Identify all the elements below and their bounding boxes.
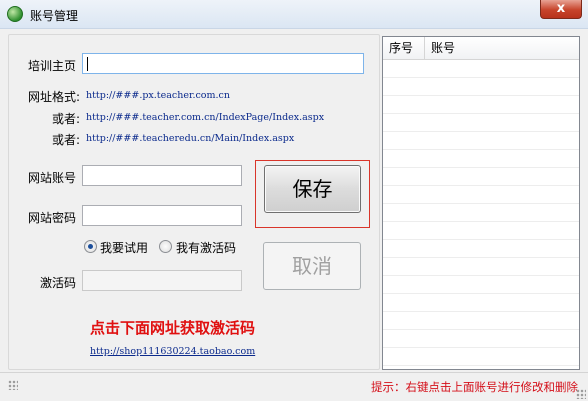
activation-input[interactable]: [82, 270, 242, 291]
activation-code-radio-label[interactable]: 我有激活码: [176, 239, 236, 256]
column-header-index[interactable]: 序号: [383, 37, 425, 59]
status-bar: 提示：右键点击上面账号进行修改和删除: [0, 372, 588, 401]
cancel-button[interactable]: 取消: [263, 242, 361, 290]
empty-row: [383, 186, 579, 204]
or-label-1: 或者:: [52, 112, 81, 126]
password-input[interactable]: [82, 205, 242, 226]
list-header: 序号 账号: [383, 37, 579, 60]
activation-notice: 点击下面网址获取激活码: [90, 319, 256, 337]
grip-icon: [8, 380, 18, 390]
activation-code-radio[interactable]: [159, 240, 172, 253]
window-title: 账号管理: [30, 9, 79, 23]
close-button[interactable]: x: [540, 0, 582, 19]
format-example-3: http://###.teacheredu.cn/Main/Index.aspx: [86, 133, 295, 144]
format-label: 网址格式:: [28, 90, 81, 104]
empty-row: [383, 168, 579, 186]
empty-row: [383, 258, 579, 276]
empty-row: [383, 240, 579, 258]
activation-label: 激活码: [40, 276, 77, 290]
column-header-account[interactable]: 账号: [425, 37, 579, 59]
empty-row: [383, 204, 579, 222]
homepage-input[interactable]: [82, 53, 364, 74]
empty-row: [383, 132, 579, 150]
password-label: 网站密码: [28, 211, 77, 225]
or-label-2: 或者:: [52, 133, 81, 147]
empty-row: [383, 150, 579, 168]
trial-radio[interactable]: [84, 240, 97, 253]
trial-radio-label[interactable]: 我要试用: [100, 239, 148, 256]
empty-row: [383, 330, 579, 348]
text-caret: [87, 56, 88, 71]
account-label: 网站账号: [28, 171, 77, 185]
app-icon: [7, 6, 23, 22]
format-example-1: http://###.px.teacher.com.cn: [86, 90, 230, 101]
title-bar: 账号管理 x: [0, 0, 588, 29]
empty-row: [383, 348, 579, 366]
empty-row: [383, 114, 579, 132]
status-hint: 提示：右键点击上面账号进行修改和删除: [371, 380, 578, 394]
empty-row: [383, 96, 579, 114]
empty-row: [383, 312, 579, 330]
format-example-2: http://###.teacher.com.cn/IndexPage/Inde…: [86, 112, 325, 123]
empty-row: [383, 222, 579, 240]
shop-link[interactable]: http://shop111630224.taobao.com: [90, 346, 255, 357]
empty-row: [383, 60, 579, 78]
account-input[interactable]: [82, 165, 242, 186]
save-button[interactable]: 保存: [264, 165, 361, 213]
empty-row: [383, 294, 579, 312]
empty-row: [383, 78, 579, 96]
resize-grip-icon[interactable]: [576, 389, 586, 399]
empty-row: [383, 276, 579, 294]
homepage-label: 培训主页: [28, 59, 77, 73]
account-list[interactable]: 序号 账号: [382, 36, 580, 370]
